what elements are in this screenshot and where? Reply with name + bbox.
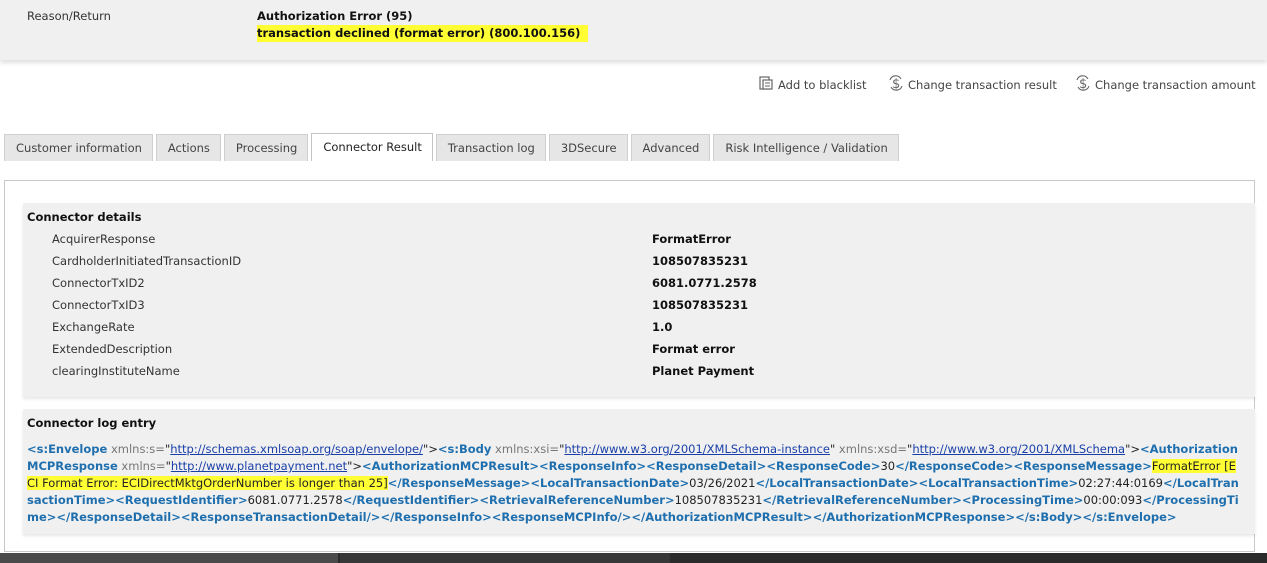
taskbar-segment — [0, 553, 338, 563]
connector-details-section: Connector details AcquirerResponse Forma… — [23, 203, 1255, 397]
xml-text: 00:00:093 — [1083, 493, 1143, 507]
detail-value: 108507835231 — [652, 254, 749, 268]
xml-attribute: xmlns:s= — [107, 442, 165, 456]
detail-value: Planet Payment — [652, 364, 755, 378]
xml-tag: <ResponseInfo> — [539, 459, 647, 473]
xml-tag: </AuthorizationMCPResponse> — [812, 510, 1016, 524]
add-to-blacklist-label: Add to blacklist — [778, 77, 867, 92]
blacklist-icon — [758, 75, 774, 94]
connector-log-entry: <s:Envelope xmlns:s="http://schemas.xmls… — [27, 441, 1239, 526]
xml-tag: </ResponseCode> — [895, 459, 1014, 473]
detail-row: AcquirerResponse FormatError — [23, 232, 1255, 254]
xml-namespace-link[interactable]: http://www.w3.org/2001/XMLSchema — [912, 442, 1125, 456]
xml-text: 108507835231 — [674, 493, 763, 507]
tab-transaction-log[interactable]: Transaction log — [435, 134, 546, 161]
detail-row: CardholderInitiatedTransactionID 1085078… — [23, 254, 1255, 276]
reason-detail: transaction declined (format error) (800… — [257, 25, 589, 42]
xml-namespace-link[interactable]: http://www.w3.org/2001/XMLSchema-instanc… — [564, 442, 830, 456]
tab-3dsecure[interactable]: 3DSecure — [548, 134, 628, 161]
xml-namespace-link[interactable]: http://schemas.xmlsoap.org/soap/envelope… — [170, 442, 423, 456]
reason-title: Authorization Error (95) — [257, 9, 413, 23]
tab-actions[interactable]: Actions — [155, 134, 221, 161]
tab-customer-information[interactable]: Customer information — [4, 134, 153, 161]
detail-value: 6081.0771.2578 — [652, 276, 757, 290]
xml-tag: </RetrievalReferenceNumber> — [762, 493, 962, 507]
xml-attribute: xmlns= — [117, 459, 166, 473]
xml-attribute: xmlns:xsi= — [491, 442, 560, 456]
detail-row: ExtendedDescription Format error — [23, 342, 1255, 364]
detail-key: ConnectorTxID2 — [52, 276, 145, 290]
xml-tag: <s:Envelope — [27, 442, 108, 456]
xml-tag: </ResponseMessage> — [387, 476, 531, 490]
detail-key: ConnectorTxID3 — [52, 298, 145, 312]
xml-tag: </s:Body> — [1015, 510, 1083, 524]
xml-text: "> — [422, 442, 438, 456]
xml-tag: </LocalTransactionDate> — [755, 476, 919, 490]
connector-log-section: Connector log entry <s:Envelope xmlns:s=… — [23, 409, 1255, 534]
xml-text: 6081.0771.2578 — [247, 493, 343, 507]
xml-tag: <ResponseDetail> — [646, 459, 767, 473]
tab-risk-intelligence[interactable]: Risk Intelligence / Validation — [713, 134, 899, 161]
xml-tag: <ResponseTransactionDetail/> — [180, 510, 381, 524]
xml-tag: <ProcessingTime> — [961, 493, 1084, 507]
xml-tag: </ResponseDetail> — [56, 510, 181, 524]
xml-tag: <ResponseMCPInfo/> — [491, 510, 632, 524]
xml-text: 03/26/2021 — [689, 476, 756, 490]
dollar-change-icon: $ — [1075, 75, 1091, 94]
xml-tag: <LocalTransactionDate> — [530, 476, 690, 490]
xml-tag: </ResponseInfo> — [380, 510, 492, 524]
detail-row: ConnectorTxID3 108507835231 — [23, 298, 1255, 320]
detail-key: ExchangeRate — [52, 320, 135, 334]
detail-value: 108507835231 — [652, 298, 749, 312]
xml-text: 02:27:44:0169 — [1078, 476, 1163, 490]
connector-result-panel: Connector details AcquirerResponse Forma… — [4, 180, 1255, 552]
change-transaction-amount-link[interactable]: $ Change transaction amount — [1075, 75, 1256, 94]
xml-namespace-link[interactable]: http://www.planetpayment.net — [171, 459, 347, 473]
tab-processing[interactable]: Processing — [223, 134, 309, 161]
detail-key: CardholderInitiatedTransactionID — [52, 254, 242, 268]
tab-advanced[interactable]: Advanced — [630, 134, 711, 161]
xml-tag: <s:Body — [437, 442, 492, 456]
change-transaction-result-link[interactable]: $ Change transaction result — [888, 75, 1057, 94]
reason-panel: Reason/Return Authorization Error (95) t… — [0, 0, 1267, 60]
taskbar — [0, 553, 1267, 563]
detail-value: Format error — [652, 342, 735, 356]
xml-tag: <LocalTransactionTime> — [918, 476, 1079, 490]
xml-text: 30 — [880, 459, 896, 473]
add-to-blacklist-link[interactable]: Add to blacklist — [758, 75, 867, 94]
detail-row: clearingInstituteName Planet Payment — [23, 364, 1255, 386]
xml-text: "> — [347, 459, 363, 473]
detail-key: clearingInstituteName — [52, 364, 180, 378]
xml-tag: <ResponseMessage> — [1013, 459, 1152, 473]
connector-log-title: Connector log entry — [27, 416, 157, 430]
tab-connector-result[interactable]: Connector Result — [311, 133, 433, 161]
detail-key: AcquirerResponse — [52, 232, 156, 246]
xml-tag: <RetrievalReferenceNumber> — [479, 493, 675, 507]
xml-tag: <ResponseCode> — [766, 459, 881, 473]
dollar-change-icon: $ — [888, 75, 904, 94]
taskbar-segment — [340, 553, 670, 563]
action-bar: Add to blacklist $ Change transaction re… — [0, 73, 1267, 93]
detail-key: ExtendedDescription — [52, 342, 173, 356]
change-transaction-result-label: Change transaction result — [908, 77, 1057, 92]
detail-value: FormatError — [652, 232, 731, 246]
detail-row: ExchangeRate 1.0 — [23, 320, 1255, 342]
reason-label: Reason/Return — [27, 9, 111, 23]
xml-tag: <RequestIdentifier> — [115, 493, 248, 507]
xml-tag: </s:Envelope> — [1082, 510, 1177, 524]
xml-tag: </RequestIdentifier> — [342, 493, 480, 507]
change-transaction-amount-label: Change transaction amount — [1095, 77, 1256, 92]
xml-tag: </AuthorizationMCPResult> — [631, 510, 813, 524]
connector-details-title: Connector details — [27, 210, 142, 224]
xml-tag: <AuthorizationMCPResult> — [362, 459, 539, 473]
detail-value: 1.0 — [652, 320, 673, 334]
xml-attribute: xmlns:xsd= — [835, 442, 908, 456]
detail-row: ConnectorTxID2 6081.0771.2578 — [23, 276, 1255, 298]
tab-bar: Customer information Actions Processing … — [4, 133, 899, 162]
xml-text: "> — [1125, 442, 1141, 456]
